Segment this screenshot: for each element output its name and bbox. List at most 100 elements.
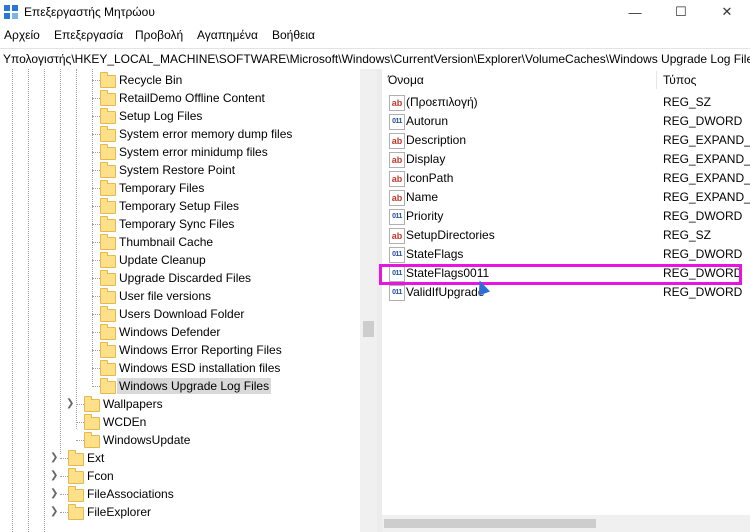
tree-item[interactable]: ❯ Fcon xyxy=(0,467,360,485)
tree-connector xyxy=(92,386,100,387)
tree-item-label[interactable]: Temporary Sync Files xyxy=(117,216,236,232)
tree-item[interactable]: Upgrade Discarded Files xyxy=(0,269,360,287)
tree-item-label[interactable]: Wallpapers xyxy=(101,396,165,412)
tree-item-label[interactable]: WCDEn xyxy=(101,414,148,430)
tree-item[interactable]: ❯ Wallpapers xyxy=(0,395,360,413)
tree-item[interactable]: Temporary Sync Files xyxy=(0,215,360,233)
menu-view[interactable]: Προβολή xyxy=(135,28,183,42)
tree-connector xyxy=(92,116,100,117)
tree-connector xyxy=(92,260,100,261)
tree-item[interactable]: System error memory dump files xyxy=(0,125,360,143)
chevron-right-icon[interactable]: ❯ xyxy=(66,398,74,409)
tree-item-label[interactable]: Temporary Setup Files xyxy=(117,198,241,214)
chevron-right-icon[interactable]: ❯ xyxy=(50,488,58,499)
folder-icon xyxy=(100,198,116,214)
binary-value-icon: 011 xyxy=(389,247,405,263)
maximize-button[interactable]: ☐ xyxy=(658,0,704,24)
minimize-button[interactable]: — xyxy=(612,0,658,24)
tree-connector xyxy=(76,440,84,441)
menu-file[interactable]: Αρχείο xyxy=(4,28,40,42)
value-row[interactable]: 011 Priority REG_DWORD xyxy=(382,207,750,226)
tree-item[interactable]: Windows Defender xyxy=(0,323,360,341)
tree-pane[interactable]: Recycle Bin RetailDemo Offline Content Set… xyxy=(0,69,377,532)
tree-item[interactable]: ❯ Ext xyxy=(0,449,360,467)
address-bar[interactable]: Υπολογιστής\HKEY_LOCAL_MACHINE\SOFTWARE\… xyxy=(0,48,750,70)
values-pane[interactable]: Όνομα Τύπος ab (Προεπιλογή) REG_SZ 011 Autor… xyxy=(382,69,750,532)
tree-item[interactable]: User file versions xyxy=(0,287,360,305)
tree-item[interactable]: WindowsUpdate xyxy=(0,431,360,449)
tree-item[interactable]: Users Download Folder xyxy=(0,305,360,323)
tree-item-label[interactable]: Temporary Files xyxy=(117,180,206,196)
value-row[interactable]: 011 StateFlags REG_DWORD xyxy=(382,245,750,264)
tree-item-label[interactable]: Update Cleanup xyxy=(117,252,208,268)
tree-item[interactable]: Recycle Bin xyxy=(0,71,360,89)
tree-connector xyxy=(92,278,100,279)
values-scrollbar-thumb[interactable] xyxy=(384,519,596,528)
tree-item-label[interactable]: Setup Log Files xyxy=(117,108,204,124)
tree-item-label[interactable]: Windows Defender xyxy=(117,324,222,340)
value-row[interactable]: abName REG_EXPAND_SZ xyxy=(382,188,750,207)
tree-item[interactable]: Windows Upgrade Log Files xyxy=(0,377,360,395)
tree-connector xyxy=(92,314,100,315)
tree-item-label[interactable]: Thumbnail Cache xyxy=(117,234,215,250)
column-header-name[interactable]: Όνομα xyxy=(388,69,424,91)
value-row[interactable]: abIconPath REG_EXPAND_SZ xyxy=(382,169,750,188)
tree-item[interactable]: WCDEn xyxy=(0,413,360,431)
tree-item-label[interactable]: User file versions xyxy=(117,288,213,304)
folder-icon xyxy=(84,396,100,412)
tree-connector xyxy=(60,494,68,495)
value-row[interactable]: ab (Προεπιλογή) REG_SZ xyxy=(382,93,750,112)
column-separator[interactable] xyxy=(656,71,657,89)
value-row[interactable]: 011 ValidIfUpgrade REG_DWORD xyxy=(382,283,750,302)
value-type: REG_DWORD xyxy=(663,209,743,223)
tree-item-label[interactable]: System error minidump files xyxy=(117,144,270,160)
chevron-right-icon[interactable]: ❯ xyxy=(50,470,58,481)
tree-item-label[interactable]: FileExplorer xyxy=(85,504,153,520)
tree-item[interactable]: Windows ESD installation files xyxy=(0,359,360,377)
tree-item[interactable]: Windows Error Reporting Files xyxy=(0,341,360,359)
close-button[interactable]: ✕ xyxy=(704,0,750,24)
tree-item[interactable]: ❯ FileExplorer xyxy=(0,503,360,521)
tree-item-label[interactable]: Windows Upgrade Log Files xyxy=(117,378,272,394)
tree-item-label[interactable]: Windows ESD installation files xyxy=(117,360,282,376)
tree-item-label[interactable]: Fcon xyxy=(85,468,116,484)
tree-vertical-scrollbar[interactable] xyxy=(360,69,377,532)
folder-icon xyxy=(84,414,100,430)
chevron-right-icon[interactable]: ❯ xyxy=(50,506,58,517)
tree-item[interactable]: Temporary Files xyxy=(0,179,360,197)
tree-item[interactable]: Temporary Setup Files xyxy=(0,197,360,215)
folder-icon xyxy=(100,342,116,358)
tree-item[interactable]: RetailDemo Offline Content xyxy=(0,89,360,107)
tree-scrollbar-thumb[interactable] xyxy=(363,321,374,337)
folder-icon xyxy=(100,216,116,232)
menu-help[interactable]: Βοήθεια xyxy=(272,28,315,42)
value-row[interactable]: abDescription REG_EXPAND_SZ xyxy=(382,131,750,150)
tree-item[interactable]: Thumbnail Cache xyxy=(0,233,360,251)
chevron-right-icon[interactable]: ❯ xyxy=(50,452,58,463)
value-row[interactable]: abDisplay REG_EXPAND_SZ xyxy=(382,150,750,169)
column-header-type[interactable]: Τύπος xyxy=(663,69,696,91)
tree-item[interactable]: System error minidump files xyxy=(0,143,360,161)
tree-item[interactable]: ❯ FileAssociations xyxy=(0,485,360,503)
menu-edit[interactable]: Επεξεργασία xyxy=(54,28,123,42)
value-row[interactable]: 011 Autorun REG_DWORD xyxy=(382,112,750,131)
tree-item-label[interactable]: System Restore Point xyxy=(117,162,237,178)
tree-item-label[interactable]: FileAssociations xyxy=(85,486,176,502)
tree-item-label[interactable]: RetailDemo Offline Content xyxy=(117,90,267,106)
tree-item-label[interactable]: Upgrade Discarded Files xyxy=(117,270,253,286)
tree-item-label[interactable]: Recycle Bin xyxy=(117,72,184,88)
tree-item[interactable]: Update Cleanup xyxy=(0,251,360,269)
menu-favorites[interactable]: Αγαπημένα xyxy=(197,28,258,42)
tree-item-label[interactable]: Users Download Folder xyxy=(117,306,246,322)
tree-item-label[interactable]: Windows Error Reporting Files xyxy=(117,342,284,358)
tree-item[interactable]: System Restore Point xyxy=(0,161,360,179)
values-horizontal-scrollbar[interactable] xyxy=(382,515,750,532)
tree-item-label[interactable]: Ext xyxy=(85,450,106,466)
value-row[interactable]: ab SetupDirectories REG_SZ xyxy=(382,226,750,245)
value-type: REG_DWORD xyxy=(663,285,743,299)
address-path[interactable]: Υπολογιστής\HKEY_LOCAL_MACHINE\SOFTWARE\… xyxy=(3,52,750,66)
tree-item-label[interactable]: WindowsUpdate xyxy=(101,432,192,448)
tree-item[interactable]: Setup Log Files xyxy=(0,107,360,125)
tree-item-label[interactable]: System error memory dump files xyxy=(117,126,294,142)
string-value-icon: ab xyxy=(389,95,405,111)
